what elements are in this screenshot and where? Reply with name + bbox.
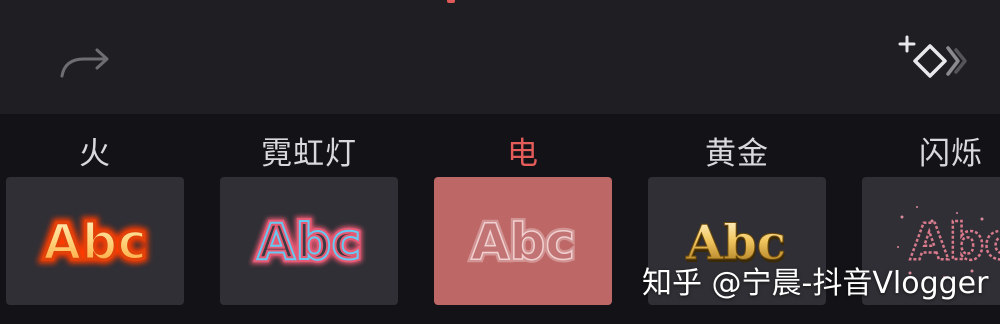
top-toolbar xyxy=(0,0,1000,114)
effect-label: 电 xyxy=(507,136,539,172)
neon-text-preview: Abc Abc Abc xyxy=(252,209,365,276)
effect-item-fire[interactable]: 火 Abc Abc xyxy=(6,114,184,324)
add-keyframe-button[interactable] xyxy=(893,34,969,90)
svg-text:Abc: Abc xyxy=(43,213,147,271)
effect-label: 黄金 xyxy=(705,136,769,172)
watermark-text: 知乎 @宁晨-抖音Vlogger xyxy=(642,266,989,301)
playhead-indicator xyxy=(447,0,455,3)
effect-label: 火 xyxy=(79,136,111,172)
effect-label: 霓虹灯 xyxy=(261,136,357,172)
effect-preview-neon[interactable]: Abc Abc Abc xyxy=(220,177,398,305)
redo-arrow-icon xyxy=(60,48,109,78)
svg-text:Abc: Abc xyxy=(471,213,575,271)
effect-item-electric[interactable]: 电 Abc Abc xyxy=(434,114,612,324)
redo-button[interactable] xyxy=(52,42,114,88)
add-keyframe-icon xyxy=(898,35,967,78)
fire-text-preview: Abc Abc xyxy=(39,209,151,275)
effect-preview-electric[interactable]: Abc Abc xyxy=(434,177,612,305)
electric-text-preview: Abc Abc xyxy=(468,210,578,274)
effect-preview-fire[interactable]: Abc Abc xyxy=(6,177,184,305)
effect-item-neon[interactable]: 霓虹灯 Abc Abc Abc xyxy=(220,114,398,324)
effect-label: 闪烁 xyxy=(919,136,983,172)
svg-text:Abc: Abc xyxy=(257,213,361,271)
